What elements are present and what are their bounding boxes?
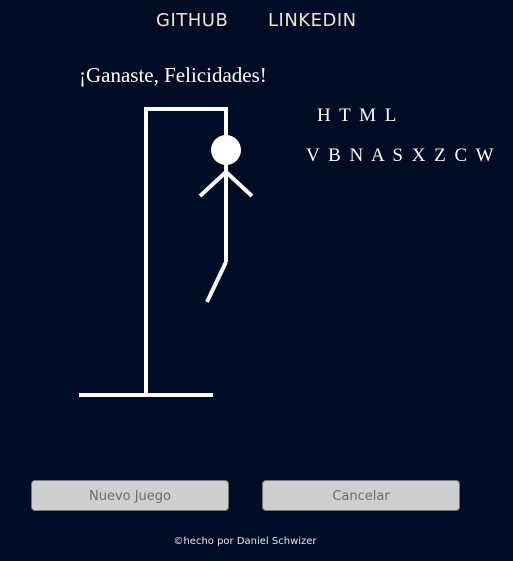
hangman-leg	[205, 261, 228, 303]
cancel-button[interactable]: Cancelar	[262, 480, 460, 511]
hangman-right-arm	[224, 170, 254, 198]
guessed-word: H T M L	[317, 105, 399, 126]
wrong-letters: V B N A S X Z C W	[306, 145, 496, 166]
hangman-head	[211, 135, 241, 165]
footer-credit: ©hecho por Daniel Schwizer	[173, 536, 317, 547]
new-game-button[interactable]: Nuevo Juego	[31, 480, 229, 511]
hangman-left-arm	[198, 170, 228, 198]
hangman-drawing	[79, 107, 254, 397]
